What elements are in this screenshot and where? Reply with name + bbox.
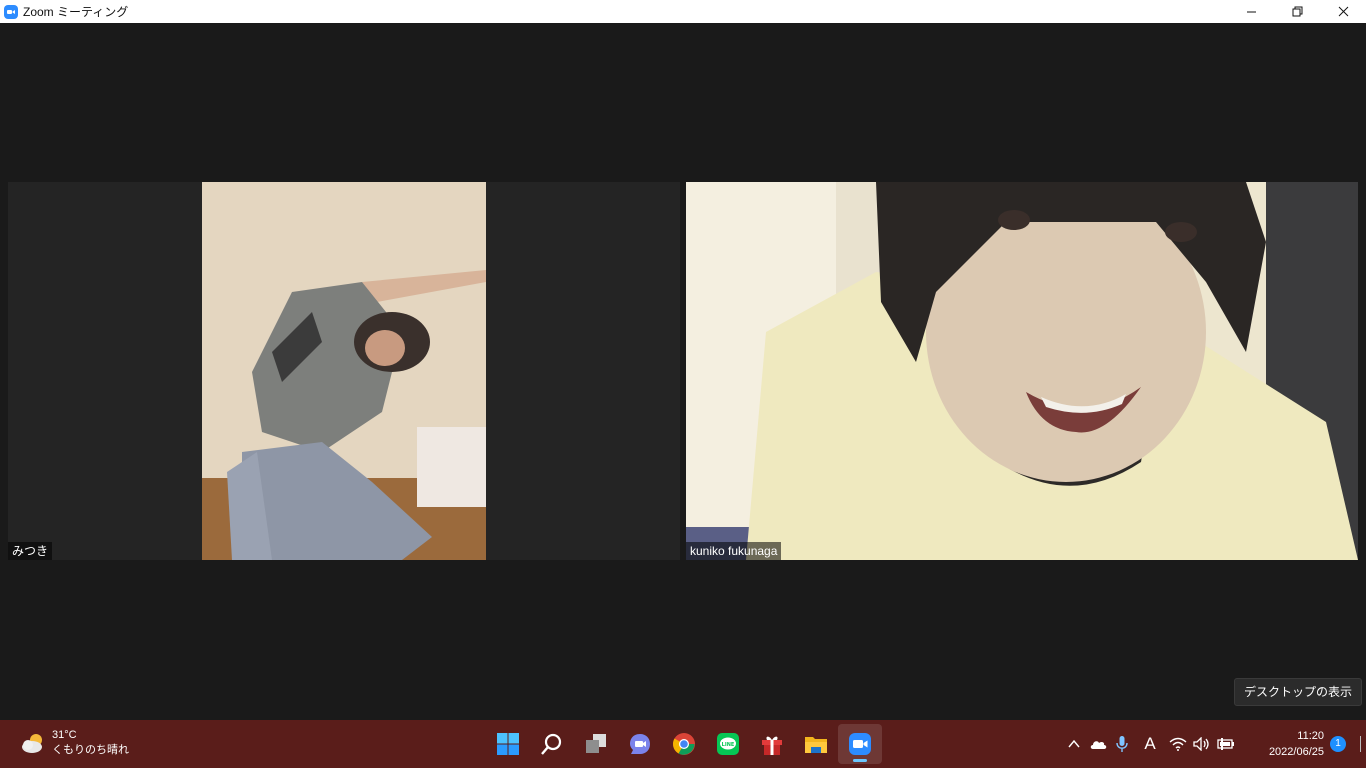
task-view-button[interactable] (574, 724, 618, 764)
gift-app-button[interactable] (750, 724, 794, 764)
gift-icon (762, 736, 782, 755)
system-clock[interactable]: 11:20 2022/06/25 (1258, 728, 1324, 760)
search-button[interactable] (530, 724, 574, 764)
chat-button[interactable] (618, 724, 662, 764)
participant-tile-1[interactable]: みつき (8, 182, 680, 560)
wifi-icon (1169, 737, 1187, 751)
window-title: Zoom ミーティング (23, 5, 129, 19)
meeting-view: みつき kuniko fukunaga デスクトップの表示 (0, 23, 1366, 720)
clock-time: 11:20 (1297, 730, 1324, 742)
show-desktop-button[interactable] (1360, 736, 1361, 752)
system-tray: A (1062, 730, 1238, 758)
onedrive-button[interactable] (1086, 732, 1110, 756)
svg-text:LINE: LINE (722, 742, 735, 748)
zoom-taskbar-button[interactable] (838, 724, 882, 764)
weather-condition: くもりのち晴れ (52, 744, 129, 756)
minimize-icon (1246, 11, 1256, 13)
cloud-icon (1090, 741, 1107, 749)
close-icon (1338, 6, 1348, 17)
teams-chat-icon (630, 734, 650, 754)
video-stretching-person-image (202, 182, 486, 560)
volume-button[interactable] (1190, 732, 1214, 756)
show-hidden-icons-button[interactable] (1062, 732, 1086, 756)
start-button[interactable] (486, 724, 530, 764)
minimize-button[interactable] (1228, 0, 1274, 23)
taskbar: 31°C くもりのち晴れ LINE A 11:20 2022/06/25 1 (0, 720, 1366, 768)
close-button[interactable] (1320, 0, 1366, 23)
participant-name-label: みつき (8, 542, 53, 560)
ime-indicator[interactable]: A (1134, 732, 1166, 756)
weather-temperature: 31°C (52, 729, 77, 741)
weather-widget[interactable]: 31°C くもりのち晴れ (20, 728, 129, 758)
microphone-icon (1116, 736, 1128, 752)
cloudy-sun-icon (20, 732, 46, 754)
participant-name-label: kuniko fukunaga (686, 542, 782, 560)
restore-button[interactable] (1274, 0, 1320, 23)
file-explorer-icon (805, 737, 827, 753)
wifi-button[interactable] (1166, 732, 1190, 756)
speaker-icon (1193, 737, 1209, 751)
battery-charging-icon (1217, 738, 1234, 750)
participant-tile-2[interactable]: kuniko fukunaga (686, 182, 1358, 560)
chrome-button[interactable] (662, 724, 706, 764)
chevron-up-icon (1068, 739, 1080, 748)
clock-date: 2022/06/25 (1268, 746, 1324, 758)
chrome-icon (673, 733, 695, 755)
search-icon (541, 733, 562, 755)
microphone-button[interactable] (1110, 732, 1134, 756)
line-button[interactable]: LINE (706, 724, 750, 764)
show-desktop-tooltip: デスクトップの表示 (1233, 678, 1362, 706)
title-bar: Zoom ミーティング (0, 0, 1366, 23)
battery-button[interactable] (1214, 732, 1238, 756)
active-app-indicator (853, 759, 867, 762)
start-icon (497, 733, 519, 755)
notification-badge[interactable]: 1 (1330, 736, 1346, 752)
restore-icon (1292, 6, 1302, 17)
task-view-icon (586, 734, 606, 753)
zoom-app-icon (4, 4, 18, 19)
participant-video-1 (202, 182, 486, 560)
participant-video-2 (686, 182, 1358, 560)
zoom-icon (849, 733, 871, 755)
line-icon: LINE (717, 733, 739, 755)
file-explorer-button[interactable] (794, 724, 838, 764)
